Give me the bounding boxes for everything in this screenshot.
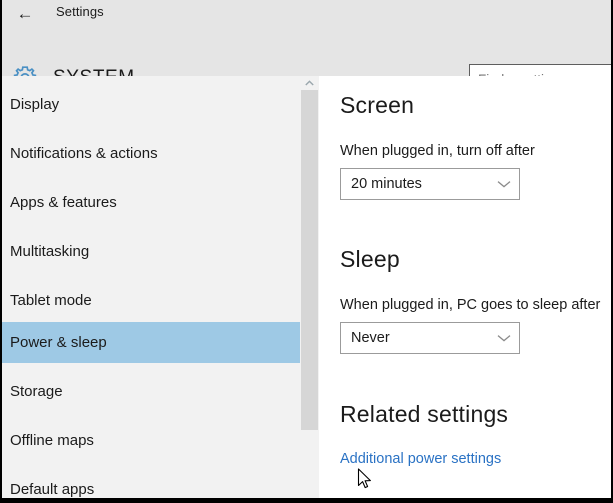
- scroll-up-arrow-icon[interactable]: [300, 76, 319, 90]
- main-content: Screen When plugged in, turn off after 2…: [319, 76, 611, 498]
- sidebar-item-multitasking[interactable]: Multitasking: [2, 231, 300, 272]
- sidebar-item-tablet-mode[interactable]: Tablet mode: [2, 280, 300, 321]
- sidebar-item-storage[interactable]: Storage: [2, 371, 300, 412]
- sidebar-item-power-sleep[interactable]: Power & sleep: [2, 322, 300, 363]
- screen-timeout-dropdown[interactable]: 20 minutes: [340, 168, 520, 200]
- sidebar-item-label: Power & sleep: [10, 334, 107, 351]
- screen-section-heading: Screen: [340, 92, 415, 118]
- additional-power-settings-link[interactable]: Additional power settings: [340, 451, 501, 467]
- sidebar-item-display[interactable]: Display: [2, 84, 300, 125]
- sidebar-item-label: Apps & features: [10, 194, 117, 211]
- back-arrow-icon[interactable]: ←: [12, 2, 38, 24]
- sidebar-scrollbar[interactable]: [300, 76, 319, 498]
- sidebar-item-label: Multitasking: [10, 243, 90, 260]
- sidebar: Display Notifications & actions Apps & f…: [2, 76, 300, 498]
- sidebar-item-label: Tablet mode: [10, 292, 92, 309]
- sleep-after-label: When plugged in, PC goes to sleep after: [340, 297, 601, 313]
- sidebar-item-label: Storage: [10, 383, 63, 400]
- settings-window: ← Settings SYSTEM Display Notifications …: [0, 0, 613, 503]
- sidebar-item-label: Offline maps: [10, 432, 94, 449]
- related-settings-heading: Related settings: [340, 401, 509, 427]
- sidebar-item-label: Default apps: [10, 481, 95, 498]
- sidebar-item-apps-features[interactable]: Apps & features: [2, 182, 300, 223]
- screen-turnoff-label: When plugged in, turn off after: [340, 143, 535, 159]
- sidebar-item-notifications-actions[interactable]: Notifications & actions: [2, 133, 300, 174]
- sleep-timeout-dropdown[interactable]: Never: [340, 322, 520, 354]
- sleep-timeout-value: Never: [351, 330, 390, 346]
- sidebar-item-label: Display: [10, 96, 60, 113]
- header-band: SYSTEM: [2, 26, 611, 94]
- sidebar-item-default-apps[interactable]: Default apps: [2, 469, 300, 498]
- window-title: Settings: [56, 4, 104, 19]
- chevron-down-icon: [489, 334, 519, 342]
- chevron-down-icon: [489, 180, 519, 188]
- sleep-section-heading: Sleep: [340, 246, 400, 272]
- sidebar-item-label: Notifications & actions: [10, 145, 158, 162]
- scrollbar-thumb[interactable]: [301, 90, 318, 430]
- sidebar-item-offline-maps[interactable]: Offline maps: [2, 420, 300, 461]
- title-bar: ← Settings: [2, 0, 611, 26]
- screen-timeout-value: 20 minutes: [351, 176, 422, 192]
